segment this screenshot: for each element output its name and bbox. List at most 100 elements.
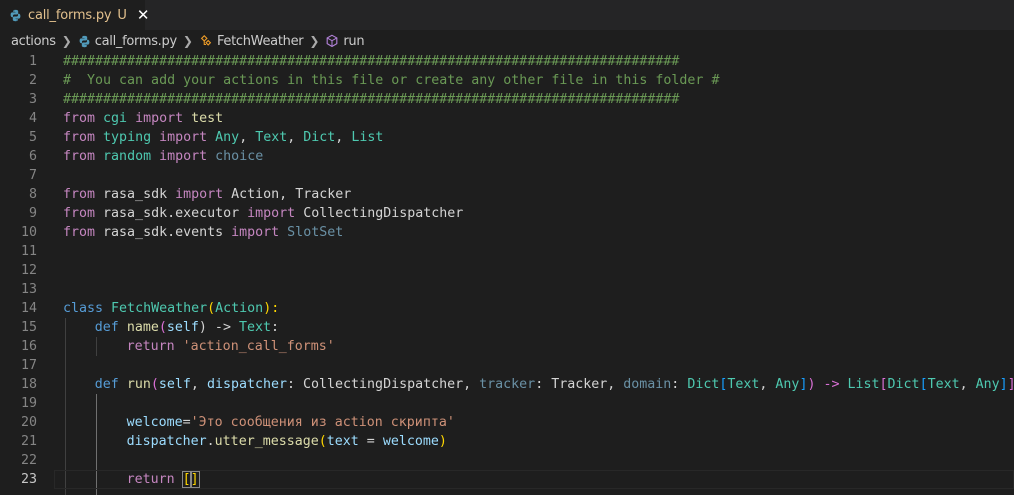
code-token: from bbox=[63, 187, 96, 202]
code-token: self bbox=[166, 320, 199, 335]
code-token: 'action_call_forms' bbox=[182, 339, 335, 354]
code-line[interactable]: 4 from cgi import test bbox=[0, 109, 1014, 128]
code-token: Any bbox=[775, 377, 800, 392]
line-number: 20 bbox=[20, 415, 37, 430]
breadcrumb-class[interactable]: FetchWeather bbox=[199, 34, 304, 49]
code-line[interactable]: 8 from rasa_sdk import Action, Tracker bbox=[0, 185, 1014, 204]
code-token: , bbox=[759, 377, 776, 392]
chevron-right-icon: ❯ bbox=[182, 34, 193, 48]
line-number: 4 bbox=[28, 111, 37, 126]
chevron-right-icon: ❯ bbox=[61, 34, 72, 48]
code-token: FetchWeather bbox=[111, 301, 208, 316]
code-token: . bbox=[206, 434, 215, 449]
code-line[interactable]: 17 bbox=[0, 356, 1014, 375]
code-line[interactable]: 20 welcome='Это сообщения из action скрип… bbox=[0, 413, 1014, 432]
tab-untracked-status: U bbox=[117, 7, 127, 23]
line-number: 14 bbox=[20, 301, 37, 316]
code-line[interactable]: 15 def name(self) -> Text: bbox=[0, 318, 1014, 337]
code-token: def bbox=[94, 320, 119, 335]
code-line[interactable]: 23 return [] bbox=[0, 470, 1014, 489]
breadcrumb-method[interactable]: run bbox=[325, 34, 365, 49]
code-token: ( bbox=[207, 301, 216, 316]
close-icon[interactable]: ✕ bbox=[137, 7, 150, 23]
line-number: 16 bbox=[20, 339, 37, 354]
code-token: import bbox=[135, 111, 184, 126]
code-token: import bbox=[175, 187, 224, 202]
code-line[interactable]: 1 #######################################… bbox=[0, 52, 1014, 71]
breadcrumb-file-label: call_forms.py bbox=[94, 33, 177, 49]
code-token: rasa_sdk bbox=[95, 187, 176, 202]
code-line[interactable]: 13 bbox=[0, 280, 1014, 299]
code-line[interactable]: 14 class FetchWeather(Action): bbox=[0, 299, 1014, 318]
code-text: def run(self, dispatcher: CollectingDisp… bbox=[95, 375, 1014, 394]
code-token: test bbox=[191, 111, 224, 126]
code-line[interactable]: 11 bbox=[0, 242, 1014, 261]
code-line[interactable]: 2 # You can add your actions in this file… bbox=[0, 71, 1014, 90]
code-line[interactable]: 22 bbox=[0, 451, 1014, 470]
code-line[interactable]: 10 from rasa_sdk.events import SlotSet bbox=[0, 223, 1014, 242]
code-line[interactable]: 7 bbox=[0, 166, 1014, 185]
code-token: ] bbox=[999, 377, 1008, 392]
code-token: Action, Tracker bbox=[223, 187, 352, 202]
code-token: ( bbox=[318, 434, 327, 449]
code-line[interactable]: 19 bbox=[0, 394, 1014, 413]
line-number: 15 bbox=[20, 320, 37, 335]
code-token: , bbox=[190, 377, 207, 392]
code-token: from bbox=[63, 225, 96, 240]
code-token: ( bbox=[150, 377, 159, 392]
code-text: from rasa_sdk.events import SlotSet bbox=[63, 223, 343, 242]
code-line[interactable]: 18 def run(self, dispatcher: CollectingDi… bbox=[0, 375, 1014, 394]
code-token: , bbox=[239, 130, 256, 145]
code-text: class FetchWeather(Action): bbox=[63, 299, 279, 318]
code-token: ] bbox=[189, 471, 200, 488]
code-token: ########################################… bbox=[63, 54, 680, 69]
code-line[interactable]: 5 from typing import Any, Text, Dict, Lis… bbox=[0, 128, 1014, 147]
code-line[interactable]: 9 from rasa_sdk.executor import Collectin… bbox=[0, 204, 1014, 223]
code-token: ) bbox=[438, 434, 447, 449]
code-token: Text bbox=[727, 377, 760, 392]
code-token: : Tracker, bbox=[535, 377, 624, 392]
code-token: from bbox=[63, 206, 96, 221]
code-line[interactable]: 3 #######################################… bbox=[0, 90, 1014, 109]
line-number: 18 bbox=[20, 377, 37, 392]
editor-tab-call-forms[interactable]: call_forms.py U ✕ bbox=[0, 0, 150, 30]
breadcrumb-file[interactable]: call_forms.py bbox=[78, 34, 177, 49]
breadcrumb-folder[interactable]: actions bbox=[11, 34, 56, 49]
code-token: return bbox=[126, 472, 175, 487]
code-token: dispatcher bbox=[126, 434, 207, 449]
code-line[interactable]: 16 return 'action_call_forms' bbox=[0, 337, 1014, 356]
line-number: 8 bbox=[28, 187, 37, 202]
code-token: Text bbox=[255, 130, 288, 145]
code-line[interactable]: 6 from random import choice bbox=[0, 147, 1014, 166]
code-text: ########################################… bbox=[63, 90, 679, 109]
code-token: name bbox=[126, 320, 159, 335]
line-number: 1 bbox=[28, 54, 37, 69]
code-line[interactable]: 12 bbox=[0, 261, 1014, 280]
code-text: return 'action_call_forms' bbox=[127, 337, 335, 356]
code-token: run bbox=[126, 377, 151, 392]
code-token: Dict bbox=[303, 130, 336, 145]
code-token: from bbox=[63, 111, 96, 126]
code-text: ########################################… bbox=[63, 52, 679, 71]
code-token: import bbox=[231, 225, 280, 240]
code-token: self bbox=[158, 377, 191, 392]
code-token: Text bbox=[238, 320, 271, 335]
code-token: ): bbox=[263, 301, 280, 316]
code-token: Dict bbox=[687, 377, 720, 392]
breadcrumb: actions ❯ call_forms.py ❯ FetchWeather ❯… bbox=[0, 30, 1014, 52]
code-text: from cgi import test bbox=[63, 109, 223, 128]
code-editor[interactable]: 1 #######################################… bbox=[0, 52, 1014, 495]
code-token: Dict bbox=[887, 377, 920, 392]
code-token: [ bbox=[919, 377, 928, 392]
code-text: # You can add your actions in this file … bbox=[63, 71, 719, 90]
code-token: tracker bbox=[479, 377, 536, 392]
line-number: 22 bbox=[20, 453, 37, 468]
code-line[interactable]: 21 dispatcher.utter_message(text = welcom… bbox=[0, 432, 1014, 451]
